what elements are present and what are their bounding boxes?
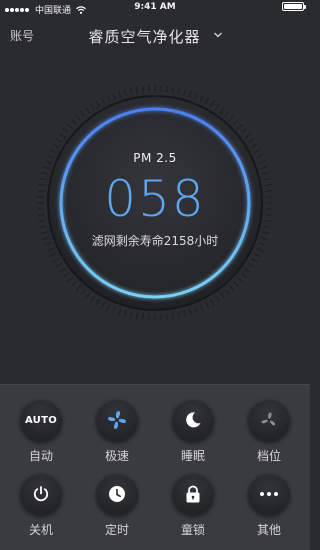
timer-label: 定时 [104,523,129,537]
sleep-mode-label: 睡眠 [180,449,205,463]
fan-speed-control[interactable]: 档位 [239,399,299,464]
chevron-down-icon [213,32,222,38]
auto-mode-label: 自动 [28,449,53,463]
timer-button[interactable] [96,473,138,515]
moon-icon [186,412,201,428]
more-control[interactable]: 其他 [239,473,299,538]
sleep-mode-button[interactable] [172,399,214,441]
sleep-mode-control[interactable]: 睡眠 [163,399,223,464]
nav-bar: 账号 睿质空气净化器 [0,16,310,56]
pm25-value: 058 [104,170,206,228]
fan-speed-button[interactable] [248,399,290,441]
more-button[interactable] [248,473,290,515]
battery-icon [282,2,306,11]
pm25-label: PM 2.5 [133,151,177,165]
status-right [282,2,306,11]
auto-mode-control[interactable]: AUTO 自动 [11,399,71,464]
auto-mode-button[interactable]: AUTO [20,399,62,441]
child-lock-label: 童锁 [180,523,205,537]
filter-life-text: 滤网剩余寿命2158小时 [91,234,219,248]
status-bar: 中国联通 9:41 AM [0,0,310,16]
fan-turbo-icon [108,411,126,429]
more-icon [260,492,278,496]
fan-speed-label: 档位 [256,449,281,463]
power-label: 关机 [28,523,53,537]
power-button[interactable] [20,473,62,515]
pm25-dial: PM 2.5 058 滤网剩余寿命2158小时 [30,78,280,328]
turbo-mode-label: 极速 [104,449,129,463]
status-time: 9:41 AM [134,2,176,12]
power-icon [33,486,49,502]
child-lock-button[interactable] [172,473,214,515]
turbo-mode-control[interactable]: 极速 [87,399,147,464]
timer-control[interactable]: 定时 [87,473,147,538]
turbo-mode-button[interactable] [96,399,138,441]
control-panel: AUTO 自动 极速 睡眠 档位 关机 定时 童锁 其他 [0,384,310,550]
child-lock-control[interactable]: 童锁 [163,473,223,538]
dial-readout: PM 2.5 058 滤网剩余寿命2158小时 [30,78,280,328]
auto-icon: AUTO [24,414,58,426]
more-label: 其他 [256,523,281,537]
lock-icon [186,485,200,503]
power-control[interactable]: 关机 [11,473,71,538]
device-selector[interactable]: 睿质空气净化器 [0,26,310,47]
clock-icon [109,486,125,502]
fan-speed-icon [261,412,276,426]
device-title: 睿质空气净化器 [88,28,201,46]
